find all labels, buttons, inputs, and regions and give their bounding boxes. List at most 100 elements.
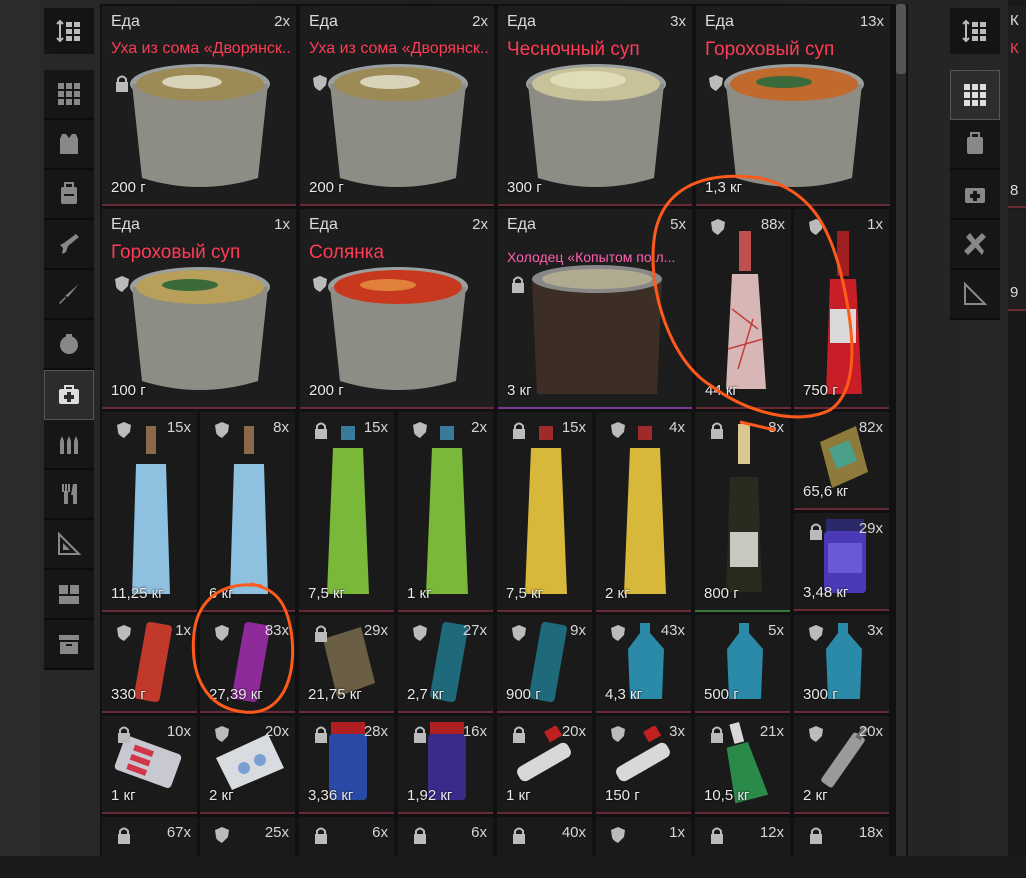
filter-weapon-button[interactable] bbox=[44, 220, 94, 270]
item-tile[interactable]: Еда 5x Холодец «Копытом по л... 3 кг bbox=[498, 209, 692, 409]
right-filter-all-button[interactable] bbox=[950, 70, 1000, 120]
scrollbar-thumb[interactable] bbox=[896, 4, 906, 74]
lock-icon bbox=[116, 75, 128, 92]
item-count: 16x bbox=[462, 723, 487, 740]
item-tile[interactable]: 20x 1 кг bbox=[497, 716, 592, 814]
item-weight: 1,3 кг bbox=[705, 179, 743, 196]
item-count: 10x bbox=[166, 723, 191, 740]
item-category: Еда bbox=[309, 216, 338, 233]
item-tile[interactable]: Еда 3x Чесночный суп 300 г bbox=[498, 6, 692, 206]
fork-knife-icon bbox=[62, 484, 77, 504]
item-category: Еда bbox=[705, 13, 734, 30]
filter-ammo-button[interactable] bbox=[44, 420, 94, 470]
item-count: 25x bbox=[264, 824, 289, 841]
item-tile[interactable]: 12x bbox=[695, 817, 790, 856]
right-filter-tools-button[interactable] bbox=[950, 220, 1000, 270]
filter-tools-button[interactable] bbox=[44, 520, 94, 570]
item-tile[interactable]: 3x 300 г bbox=[794, 615, 889, 713]
item-tile[interactable]: 25x bbox=[200, 817, 295, 856]
item-tile[interactable]: 16x 1,92 кг bbox=[398, 716, 493, 814]
item-weight: 300 г bbox=[803, 686, 838, 703]
right-filter-ruler-button[interactable] bbox=[950, 270, 1000, 320]
bottom-bar bbox=[0, 856, 1026, 878]
item-weight: 3 кг bbox=[507, 382, 532, 399]
filter-armor-button[interactable] bbox=[44, 120, 94, 170]
filter-food-button[interactable] bbox=[44, 470, 94, 520]
left-edge-panel bbox=[0, 0, 40, 878]
vest-icon bbox=[60, 134, 78, 154]
filter-grenade-button[interactable] bbox=[44, 320, 94, 370]
item-count: 88x bbox=[760, 216, 785, 233]
filter-melee-button[interactable] bbox=[44, 270, 94, 320]
item-tile[interactable]: 15x 7,5 кг bbox=[497, 412, 592, 612]
item-tile[interactable]: 8x 6 кг bbox=[200, 412, 295, 612]
item-count: 28x bbox=[363, 723, 388, 740]
item-tile[interactable]: 82x 65,6 кг bbox=[794, 412, 889, 510]
item-tile[interactable]: 67x bbox=[102, 817, 197, 856]
lock-icon bbox=[315, 827, 327, 844]
shield-icon bbox=[809, 726, 823, 742]
item-category: Еда bbox=[309, 13, 338, 30]
item-tile[interactable]: 21x 10,5 кг bbox=[695, 716, 790, 814]
item-tile[interactable]: 8x 800 г bbox=[695, 412, 790, 612]
item-tile[interactable]: 83x 27,39 кг bbox=[200, 615, 295, 713]
lock-icon bbox=[512, 276, 524, 293]
item-tile[interactable]: 27x 2,7 кг bbox=[398, 615, 493, 713]
item-count: 3x bbox=[669, 723, 685, 740]
item-count: 8x bbox=[273, 419, 289, 436]
medkit-icon bbox=[59, 385, 79, 404]
item-weight: 1 кг bbox=[506, 787, 531, 804]
lock-icon bbox=[711, 726, 723, 743]
item-tile[interactable]: 43x 4,3 кг bbox=[596, 615, 691, 713]
item-tile[interactable]: 3x 150 г bbox=[596, 716, 691, 814]
item-tile[interactable]: 88x 44 кг bbox=[696, 209, 791, 409]
container-icon bbox=[59, 585, 79, 604]
sort-button[interactable] bbox=[44, 8, 94, 54]
item-tile[interactable]: 28x 3,36 кг bbox=[299, 716, 394, 814]
right-sort-button[interactable] bbox=[950, 8, 1000, 54]
item-weight: 6 кг bbox=[209, 585, 234, 602]
item-tile[interactable]: 5x 500 г bbox=[695, 615, 790, 713]
right-filter-medical-button[interactable] bbox=[950, 170, 1000, 220]
filter-all-button[interactable] bbox=[44, 70, 94, 120]
item-count: 2x bbox=[472, 13, 488, 30]
right-filter-backpack-button[interactable] bbox=[950, 120, 1000, 170]
item-tile[interactable]: Еда 2x Уха из сома «Дворянск... 200 г bbox=[102, 6, 296, 206]
item-tile[interactable]: 4x 2 кг bbox=[596, 412, 691, 612]
item-tile[interactable]: 10x 1 кг bbox=[102, 716, 197, 814]
item-tile[interactable]: 9x 900 г bbox=[497, 615, 592, 713]
item-tile[interactable]: Еда 2x Солянка 200 г bbox=[300, 209, 494, 409]
filter-backpack-button[interactable] bbox=[44, 170, 94, 220]
right-item-tile[interactable] bbox=[1008, 6, 1026, 208]
filter-containers-button[interactable] bbox=[44, 570, 94, 620]
item-tile[interactable]: 1x 330 г bbox=[102, 615, 197, 713]
item-tile[interactable]: 15x 7,5 кг bbox=[299, 412, 394, 612]
item-tile[interactable]: 20x 2 кг bbox=[794, 716, 889, 814]
filter-medical-button[interactable] bbox=[44, 370, 94, 420]
item-tile[interactable]: 18x bbox=[794, 817, 889, 856]
item-tile[interactable]: 6x bbox=[398, 817, 493, 856]
item-tile[interactable]: 29x 21,75 кг bbox=[299, 615, 394, 713]
item-count: 1x bbox=[274, 216, 290, 233]
grid-scrollbar[interactable] bbox=[896, 4, 906, 856]
item-tile[interactable]: 6x bbox=[299, 817, 394, 856]
filter-cases-button[interactable] bbox=[44, 620, 94, 670]
item-tile[interactable]: Еда 2x Уха из сома «Дворянск... 200 г bbox=[300, 6, 494, 206]
item-count: 29x bbox=[858, 520, 883, 537]
item-weight: 1 кг bbox=[111, 787, 136, 804]
item-tile[interactable]: 15x 11,25 кг bbox=[102, 412, 197, 612]
item-tile[interactable]: Еда 13x Гороховый суп 1,3 кг bbox=[696, 6, 890, 206]
item-weight: 100 г bbox=[111, 382, 146, 399]
item-tile[interactable]: 40x bbox=[497, 817, 592, 856]
item-tile[interactable]: 1x bbox=[596, 817, 691, 856]
item-tile[interactable]: Еда 1x Гороховый суп 100 г bbox=[102, 209, 296, 409]
item-weight: 44 кг bbox=[705, 382, 738, 399]
lock-icon bbox=[711, 422, 723, 439]
item-count: 8x bbox=[768, 419, 784, 436]
item-tile[interactable]: 1x 750 г bbox=[794, 209, 889, 409]
shield-icon bbox=[611, 726, 625, 742]
item-tile[interactable]: 29x 3,48 кг bbox=[794, 513, 889, 611]
item-tile[interactable]: 20x 2 кг bbox=[200, 716, 295, 814]
shield-icon bbox=[809, 219, 823, 235]
item-tile[interactable]: 2x 1 кг bbox=[398, 412, 493, 612]
